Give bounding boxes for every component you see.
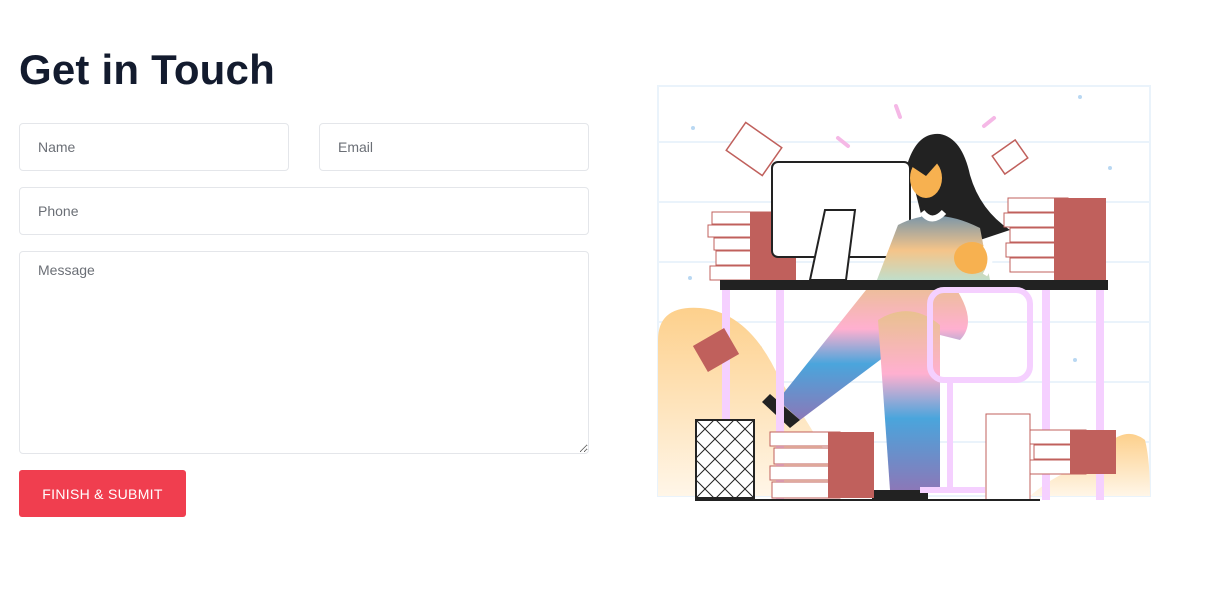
email-input[interactable] — [319, 123, 589, 171]
woman-at-desk-illustration — [657, 85, 1151, 501]
book-stack-desk-right — [1003, 197, 1106, 280]
trash-bin — [695, 419, 755, 499]
sparkle-marks — [836, 104, 996, 148]
phone-input[interactable] — [19, 187, 589, 235]
name-input[interactable] — [19, 123, 289, 171]
contact-page: Get in Touch FINISH & SUBMIT — [0, 0, 1231, 601]
page-title: Get in Touch — [19, 46, 275, 93]
submit-button[interactable]: FINISH & SUBMIT — [19, 470, 186, 517]
message-textarea[interactable] — [19, 251, 589, 454]
